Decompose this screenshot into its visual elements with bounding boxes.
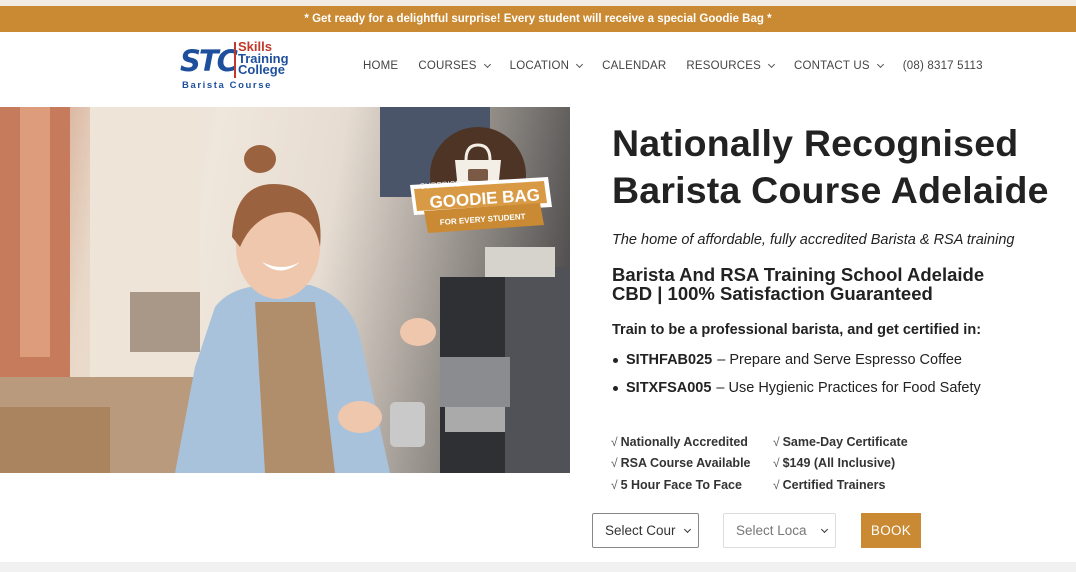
feature-label: $149 (All Inclusive) xyxy=(782,456,896,471)
nav-item-resources[interactable]: RESOURCES xyxy=(686,60,776,72)
book-button[interactable]: BOOK xyxy=(861,513,921,548)
feature-label: Certified Trainers xyxy=(782,477,886,492)
feature-grid: √ Nationally Accredited √ Same-Day Certi… xyxy=(611,431,908,496)
bullet-icon xyxy=(613,385,618,391)
location-select-value: Select Loca xyxy=(736,523,807,538)
feature-item: √ $149 (All Inclusive) xyxy=(773,456,895,470)
chevron-down-icon xyxy=(683,525,692,533)
nav-label: RESOURCES xyxy=(686,60,762,72)
unit-code: SITXFSA005 xyxy=(626,380,712,396)
feature-row: √ Nationally Accredited √ Same-Day Certi… xyxy=(611,431,908,453)
feature-item: √ RSA Course Available xyxy=(611,456,773,470)
main-nav: HOME COURSES LOCATION CALENDAR RESOURCES… xyxy=(363,60,1003,72)
site-logo[interactable]: STC Skills Training College Barista Cour… xyxy=(180,40,300,98)
booking-controls: Select Cour Select Loca BOOK xyxy=(592,513,921,548)
unit-description: – Prepare and Serve Espresso Coffee xyxy=(717,352,962,368)
feature-item: √ 5 Hour Face To Face xyxy=(611,478,773,492)
feature-label: 5 Hour Face To Face xyxy=(620,477,742,492)
nav-item-contact[interactable]: CONTACT US xyxy=(794,60,884,72)
logo-subtitle: Barista Course xyxy=(182,80,272,91)
logo-divider xyxy=(234,42,236,78)
barista-photo-illustration: SURPRISE GOODIE BAG FOR EVERY STUDENT xyxy=(0,107,570,473)
feature-label: Same-Day Certificate xyxy=(782,434,908,449)
announcement-bar: * Get ready for a delightful surprise! E… xyxy=(0,6,1076,32)
feature-row: √ 5 Hour Face To Face √ Certified Traine… xyxy=(611,474,908,496)
feature-item: √ Nationally Accredited xyxy=(611,435,773,449)
page-title: Nationally Recognised Barista Course Ade… xyxy=(612,120,1072,214)
list-item: SITXFSA005 – Use Hygienic Practices for … xyxy=(612,374,1072,402)
list-item: SITHFAB025 – Prepare and Serve Espresso … xyxy=(612,346,1072,374)
subheading-line-2: CBD | 100% Satisfaction Guaranteed xyxy=(612,283,933,304)
nav-item-home[interactable]: HOME xyxy=(363,60,398,72)
nav-label: LOCATION xyxy=(509,60,570,72)
chevron-down-icon xyxy=(576,60,584,69)
feature-item: √ Same-Day Certificate xyxy=(773,435,908,449)
logo-word: College xyxy=(238,62,285,77)
hero-content: Nationally Recognised Barista Course Ade… xyxy=(612,120,1072,402)
hero-image: SURPRISE GOODIE BAG FOR EVERY STUDENT xyxy=(0,107,570,473)
check-icon: √ xyxy=(611,477,618,492)
chevron-down-icon xyxy=(483,60,491,69)
phone-number: (08) 8317 5113 xyxy=(902,60,983,72)
check-icon: √ xyxy=(773,456,780,471)
site-header: STC Skills Training College Barista Cour… xyxy=(0,32,1076,106)
unit-code: SITHFAB025 xyxy=(626,352,713,368)
nav-item-courses[interactable]: COURSES xyxy=(418,60,491,72)
unit-list: SITHFAB025 – Prepare and Serve Espresso … xyxy=(612,346,1072,402)
check-icon: √ xyxy=(611,456,618,471)
certification-intro: Train to be a professional barista, and … xyxy=(612,322,982,338)
logo-mark: STC xyxy=(180,44,238,78)
nav-item-calendar[interactable]: CALENDAR xyxy=(602,60,666,72)
feature-label: RSA Course Available xyxy=(620,456,751,471)
feature-item: √ Certified Trainers xyxy=(773,478,885,492)
nav-item-phone[interactable]: (08) 8317 5113 xyxy=(903,60,983,72)
feature-row: √ RSA Course Available √ $149 (All Inclu… xyxy=(611,453,908,475)
feature-label: Nationally Accredited xyxy=(620,434,748,449)
section-divider xyxy=(0,562,1076,572)
logo-wordmark: Skills Training College xyxy=(238,40,289,77)
nav-label: CALENDAR xyxy=(602,60,667,72)
location-select[interactable]: Select Loca xyxy=(723,513,836,548)
nav-label: CONTACT US xyxy=(794,60,870,72)
tagline: The home of affordable, fully accredited… xyxy=(612,232,1015,248)
unit-description: – Use Hygienic Practices for Food Safety xyxy=(716,380,981,396)
check-icon: √ xyxy=(611,434,618,449)
announcement-text: * Get ready for a delightful surprise! E… xyxy=(304,13,772,25)
title-line-1: Nationally Recognised xyxy=(612,122,1019,164)
chevron-down-icon xyxy=(767,60,776,69)
bullet-icon xyxy=(613,357,618,363)
milk-pitcher xyxy=(390,402,425,447)
chevron-down-icon xyxy=(820,525,829,533)
nav-label: COURSES xyxy=(418,60,477,72)
subheading-line-1: Barista And RSA Training School Adelaide xyxy=(612,264,985,285)
check-icon: √ xyxy=(773,434,780,449)
nav-item-location[interactable]: LOCATION xyxy=(509,60,584,72)
nav-label: HOME xyxy=(363,60,399,72)
subheading: Barista And RSA Training School Adelaide… xyxy=(612,265,1072,303)
title-line-2: Barista Course Adelaide xyxy=(612,169,1049,211)
course-select-value: Select Cour xyxy=(605,523,676,538)
course-select[interactable]: Select Cour xyxy=(592,513,699,548)
check-icon: √ xyxy=(773,477,780,492)
chevron-down-icon xyxy=(876,60,884,69)
